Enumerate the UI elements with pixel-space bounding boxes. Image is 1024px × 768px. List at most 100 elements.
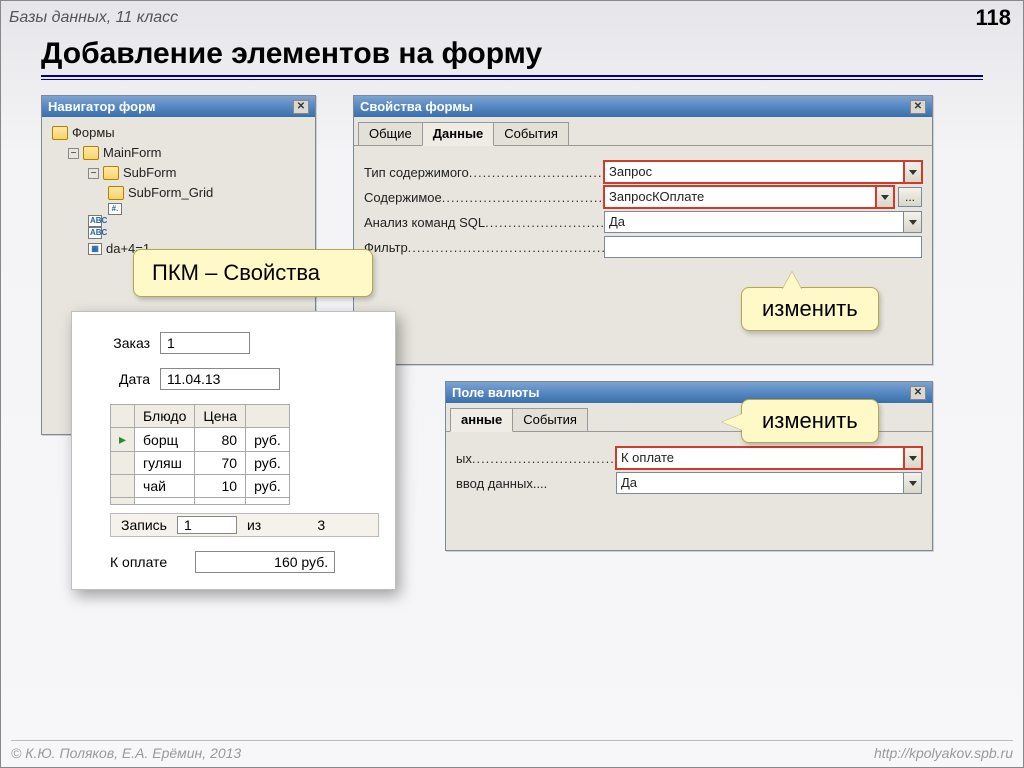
collapse-icon[interactable]: − bbox=[88, 168, 99, 179]
tab-events[interactable]: События bbox=[493, 122, 569, 145]
dishes-grid[interactable]: Блюдо Цена ▸ борщ 80 руб. гуляш 70 руб. … bbox=[110, 404, 290, 505]
order-field[interactable]: 1 bbox=[160, 332, 250, 354]
date-row: Дата 11.04.13 bbox=[88, 368, 379, 390]
tree-node[interactable]: ABC bbox=[48, 215, 309, 227]
cell-price[interactable] bbox=[195, 498, 246, 505]
prop-label: Тип содержимого bbox=[364, 165, 469, 180]
date-label: Дата bbox=[88, 371, 160, 387]
cell-price[interactable]: 10 bbox=[195, 475, 246, 498]
tree-node[interactable]: SubForm_Grid bbox=[48, 183, 309, 203]
dropdown-icon[interactable] bbox=[904, 472, 922, 494]
cell-price[interactable]: 80 bbox=[195, 428, 246, 452]
prop-sql-analyze: Анализ команд SQL Да bbox=[364, 211, 922, 233]
cell-dish[interactable]: гуляш bbox=[135, 452, 195, 475]
order-label: Заказ bbox=[88, 335, 160, 351]
empty-string-field[interactable]: Да bbox=[616, 472, 904, 494]
control-icon: ▦ bbox=[88, 243, 102, 255]
prop-empty-string: ввод данных.... Да bbox=[456, 472, 922, 494]
tab-data[interactable]: Данные bbox=[422, 122, 495, 146]
row-marker-icon bbox=[111, 475, 135, 498]
tab-events[interactable]: События bbox=[512, 408, 588, 431]
window-titlebar[interactable]: Свойства формы ✕ bbox=[354, 96, 932, 117]
folder-icon bbox=[52, 126, 68, 140]
tab-general[interactable]: Общие bbox=[358, 122, 423, 145]
tree-label: SubForm_Grid bbox=[128, 183, 213, 203]
record-navigator[interactable]: Запись 1 из 3 bbox=[110, 513, 379, 537]
row-marker-icon: ▸ bbox=[111, 428, 135, 452]
tree-node[interactable]: #. bbox=[48, 203, 309, 215]
dropdown-icon[interactable] bbox=[876, 186, 894, 208]
tree-label: MainForm bbox=[103, 143, 162, 163]
data-field[interactable]: К оплате bbox=[616, 447, 904, 469]
footer: © К.Ю. Поляков, Е.А. Ерёмин, 2013 http:/… bbox=[11, 740, 1013, 761]
tree-node[interactable]: ABC bbox=[48, 227, 309, 239]
dropdown-icon[interactable] bbox=[904, 161, 922, 183]
dropdown-icon[interactable] bbox=[904, 211, 922, 233]
form-preview: Заказ 1 Дата 11.04.13 Блюдо Цена ▸ борщ … bbox=[71, 311, 396, 590]
table-row[interactable] bbox=[111, 498, 290, 505]
callout-text: ПКМ – Свойства bbox=[152, 260, 320, 285]
prop-content: Содержимое ЗапросКОплате ... bbox=[364, 186, 922, 208]
prop-label: ых bbox=[456, 451, 472, 466]
cell-price[interactable]: 70 bbox=[195, 452, 246, 475]
dropdown-icon[interactable] bbox=[904, 447, 922, 469]
prop-label: ввод данных bbox=[456, 476, 533, 491]
close-icon[interactable]: ✕ bbox=[293, 100, 309, 114]
total-label: К оплате bbox=[110, 554, 167, 570]
form-icon bbox=[83, 146, 99, 160]
cell-unit bbox=[246, 498, 290, 505]
date-field[interactable]: 11.04.13 bbox=[160, 368, 280, 390]
tree-root[interactable]: Формы bbox=[48, 123, 309, 143]
collapse-icon[interactable]: − bbox=[68, 148, 79, 159]
cell-dish[interactable]: борщ bbox=[135, 428, 195, 452]
form-icon bbox=[108, 186, 124, 200]
cell-dish[interactable]: чай bbox=[135, 475, 195, 498]
filter-field[interactable] bbox=[604, 236, 922, 258]
form-icon bbox=[103, 166, 119, 180]
copyright: © К.Ю. Поляков, Е.А. Ерёмин, 2013 bbox=[11, 745, 241, 761]
cell-unit: руб. bbox=[246, 428, 290, 452]
record-current[interactable]: 1 bbox=[177, 516, 237, 534]
tree-view[interactable]: Формы − MainForm − SubForm SubForm_Grid … bbox=[42, 117, 315, 265]
col-unit[interactable] bbox=[246, 405, 290, 428]
cell-unit: руб. bbox=[246, 452, 290, 475]
control-icon: ABC bbox=[88, 227, 102, 239]
tree-label: SubForm bbox=[123, 163, 176, 183]
tree-node[interactable]: − MainForm bbox=[48, 143, 309, 163]
tree-label: Формы bbox=[72, 123, 115, 143]
tree-node[interactable]: − SubForm bbox=[48, 163, 309, 183]
prop-filter: Фильтр bbox=[364, 236, 922, 258]
table-row[interactable]: гуляш 70 руб. bbox=[111, 452, 290, 475]
window-title: Свойства формы bbox=[360, 99, 473, 114]
content-type-field[interactable]: Запрос bbox=[604, 161, 904, 183]
col-price[interactable]: Цена bbox=[195, 405, 246, 428]
marker-header bbox=[111, 405, 135, 428]
ellipsis-button[interactable]: ... bbox=[898, 187, 922, 207]
window-titlebar[interactable]: Навигатор форм ✕ bbox=[42, 96, 315, 117]
record-of: из bbox=[241, 517, 267, 533]
callout-change-1: изменить bbox=[741, 287, 879, 331]
tab-data[interactable]: анные bbox=[450, 408, 513, 432]
row-marker-icon bbox=[111, 452, 135, 475]
order-row: Заказ 1 bbox=[88, 332, 379, 354]
total-row: К оплате 160 руб. bbox=[88, 551, 379, 573]
close-icon[interactable]: ✕ bbox=[910, 386, 926, 400]
content-field[interactable]: ЗапросКОплате bbox=[604, 186, 876, 208]
cell-dish[interactable] bbox=[135, 498, 195, 505]
col-dish[interactable]: Блюдо bbox=[135, 405, 195, 428]
slide: Базы данных, 11 класс 118 Добавление эле… bbox=[0, 0, 1024, 768]
callout-text: изменить bbox=[762, 296, 858, 321]
total-field: 160 руб. bbox=[195, 551, 335, 573]
prop-content-type: Тип содержимого Запрос bbox=[364, 161, 922, 183]
record-total: 3 bbox=[271, 517, 331, 533]
callout-text: изменить bbox=[762, 408, 858, 433]
table-row[interactable]: ▸ борщ 80 руб. bbox=[111, 428, 290, 452]
window-title: Навигатор форм bbox=[48, 99, 155, 114]
table-row[interactable]: чай 10 руб. bbox=[111, 475, 290, 498]
properties-body: Тип содержимого Запрос Содержимое Запрос… bbox=[354, 146, 932, 267]
tab-strip: Общие Данные События bbox=[354, 117, 932, 146]
sql-analyze-field[interactable]: Да bbox=[604, 211, 904, 233]
page-number: 118 bbox=[976, 5, 1012, 31]
close-icon[interactable]: ✕ bbox=[910, 100, 926, 114]
callout-context-menu: ПКМ – Свойства bbox=[133, 249, 373, 297]
